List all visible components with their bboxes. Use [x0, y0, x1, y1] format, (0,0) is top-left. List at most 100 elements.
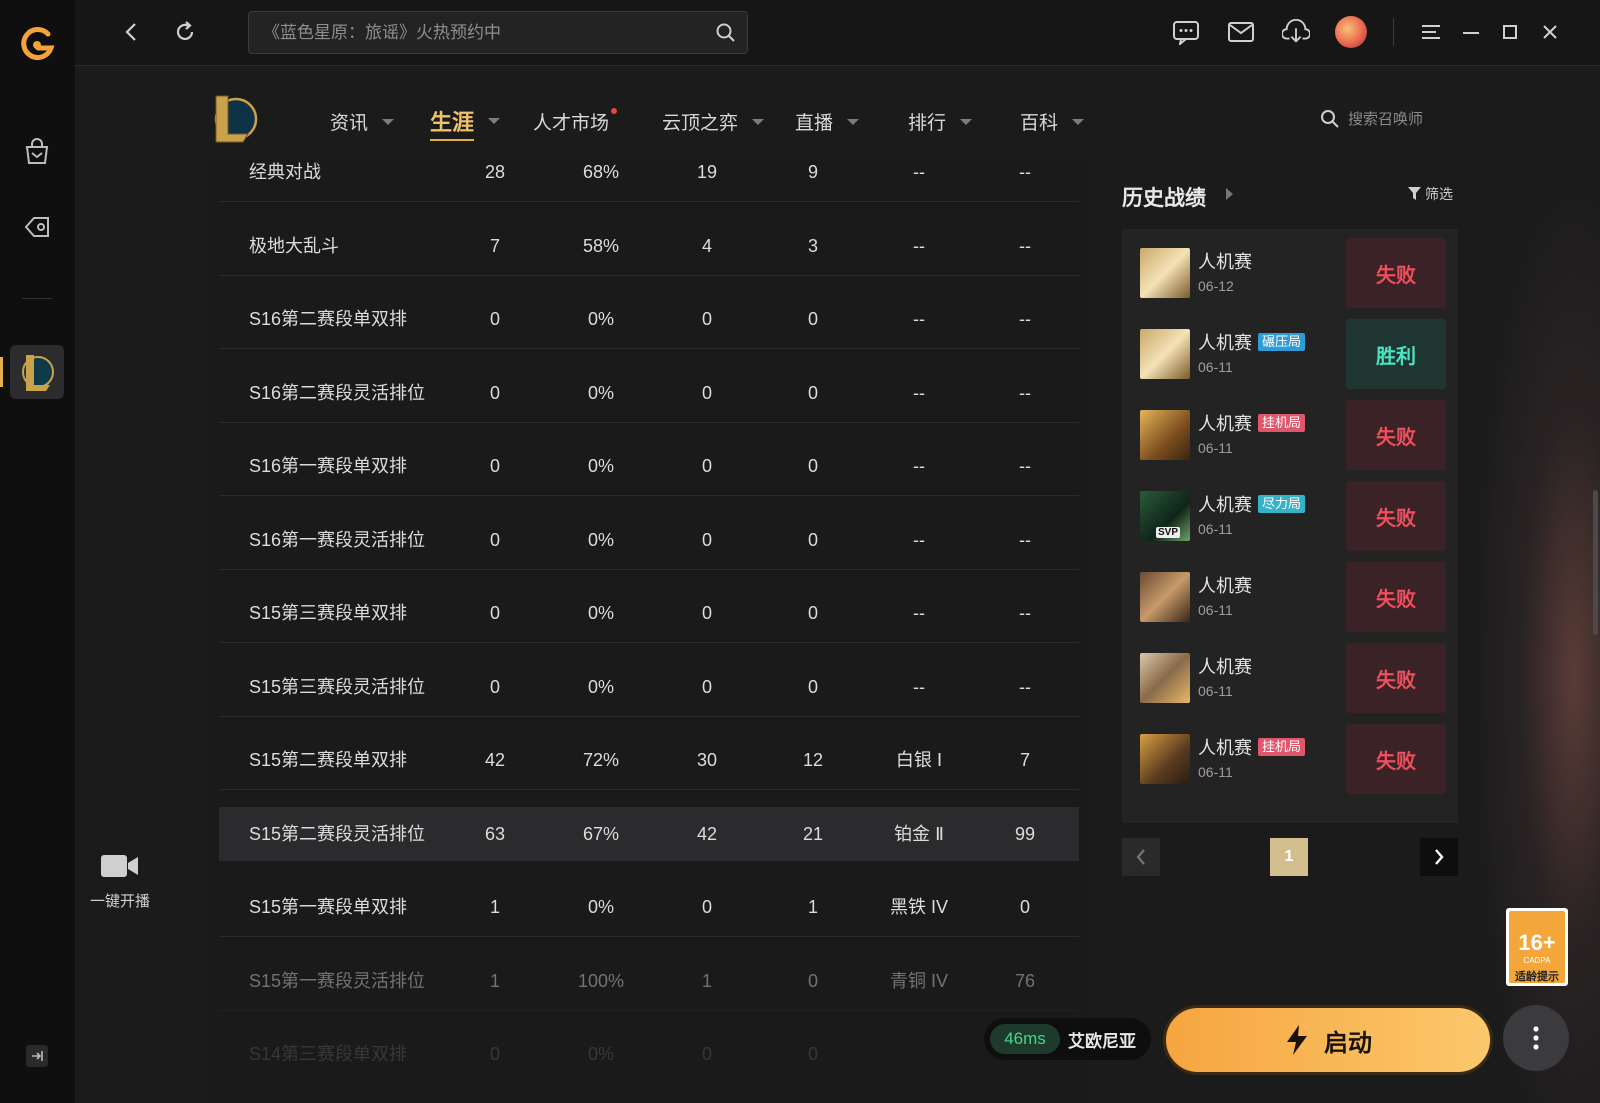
- match-date: 06-11: [1198, 683, 1233, 699]
- age-rating-number: 16+: [1518, 929, 1556, 955]
- nav-live-label: 直播: [795, 113, 834, 134]
- page-number-button[interactable]: 1: [1270, 838, 1308, 876]
- global-search[interactable]: [248, 11, 748, 54]
- table-row[interactable]: S15第三赛段灵活排位 0 0% 0 0 -- --: [219, 657, 1079, 717]
- filter-button[interactable]: 筛选: [1408, 184, 1453, 204]
- match-item[interactable]: SVP 人机赛 尽力局 06-11 失败: [1140, 481, 1446, 551]
- match-item[interactable]: 人机赛 挂机局 06-11 失败: [1140, 724, 1446, 794]
- stat-cell: 1: [489, 970, 500, 991]
- notification-dot: [611, 108, 618, 114]
- table-row[interactable]: S15第二赛段单双排 42 72% 30 12 白银 Ⅰ 7: [219, 730, 1079, 790]
- nav-ranking[interactable]: 排行: [908, 108, 973, 135]
- stat-cell: --: [913, 603, 925, 623]
- nav-wiki[interactable]: 百科: [1020, 108, 1085, 135]
- nav-talent-market[interactable]: 人才市场: [533, 108, 618, 135]
- store-icon[interactable]: [20, 135, 54, 169]
- stat-cell: 黑铁 IV: [889, 897, 948, 917]
- history-title[interactable]: 历史战绩: [1122, 182, 1206, 212]
- nav-live[interactable]: 直播: [795, 108, 860, 135]
- launch-button[interactable]: 启动: [1163, 1005, 1493, 1075]
- nav-tft[interactable]: 云顶之弈: [662, 108, 765, 135]
- champion-avatar: SVP: [1140, 491, 1190, 541]
- nav-news[interactable]: 资讯: [330, 108, 395, 135]
- search-icon[interactable]: [715, 22, 737, 44]
- match-tag: 尽力局: [1258, 495, 1306, 513]
- nav-ranking-label: 排行: [908, 113, 947, 134]
- table-row[interactable]: S15第三赛段单双排 0 0% 0 0 -- --: [219, 583, 1079, 643]
- search-input[interactable]: [263, 12, 703, 53]
- back-icon[interactable]: [117, 18, 145, 46]
- one-click-stream[interactable]: 一键开播: [88, 853, 152, 911]
- table-row[interactable]: S15第一赛段单双排 1 0% 0 1 黑铁 IV 0: [219, 877, 1079, 937]
- match-item[interactable]: 人机赛 06-11 失败: [1140, 643, 1446, 713]
- table-row[interactable]: S15第一赛段灵活排位 1 100% 1 0 青铜 IV 76: [219, 951, 1079, 1011]
- next-page-button[interactable]: [1420, 838, 1458, 876]
- stream-label: 一键开播: [89, 893, 150, 910]
- camera-icon: [101, 855, 138, 877]
- stat-cell: 0: [807, 970, 818, 991]
- stat-cell: 0%: [587, 456, 614, 476]
- stat-cell: 30: [696, 750, 718, 770]
- stat-cell: 28: [484, 162, 506, 182]
- nav-career[interactable]: 生涯: [430, 105, 501, 141]
- stat-cell: 100%: [577, 970, 625, 991]
- match-item[interactable]: 人机赛 挂机局 06-11 失败: [1140, 400, 1446, 470]
- match-item[interactable]: 人机赛 06-11 失败: [1140, 562, 1446, 632]
- maximize-icon[interactable]: [1496, 18, 1524, 46]
- mode-name-cell: S15第三赛段单双排: [249, 603, 408, 623]
- prev-page-button[interactable]: [1122, 838, 1160, 876]
- stat-cell: 76: [1014, 970, 1036, 991]
- stat-cell: 7: [489, 235, 500, 256]
- champion-avatar: [1140, 329, 1190, 379]
- history-list: 人机赛 06-12 失败 人机赛 碾压局 06-11 胜利 人机赛 挂机局 06-11 失败 SVP 人…: [1122, 229, 1458, 823]
- match-result: 失败: [1346, 724, 1446, 794]
- more-options-button[interactable]: [1503, 1005, 1569, 1071]
- stat-cell: 0: [701, 456, 712, 476]
- server-selector[interactable]: 46ms 艾欧尼亚: [984, 1018, 1151, 1060]
- match-item[interactable]: 人机赛 碾压局 06-11 胜利: [1140, 319, 1446, 389]
- stat-cell: 21: [802, 823, 824, 844]
- chat-icon[interactable]: [1172, 18, 1200, 46]
- summoner-search[interactable]: 搜索召唤师: [1320, 108, 1423, 129]
- app-logo-icon[interactable]: [18, 24, 56, 64]
- stat-cell: 0: [701, 529, 712, 550]
- match-date: 06-11: [1198, 764, 1233, 780]
- stat-cell: 67%: [582, 823, 620, 844]
- minimize-icon[interactable]: [1457, 18, 1485, 46]
- table-row[interactable]: S16第二赛段单双排 0 0% 0 0 -- --: [219, 289, 1079, 349]
- match-mode-label: 人机赛: [1198, 576, 1252, 596]
- chevron-right-icon[interactable]: [1226, 188, 1233, 200]
- collapse-sidebar-icon[interactable]: [26, 1045, 48, 1067]
- refresh-icon[interactable]: [171, 18, 199, 46]
- user-avatar[interactable]: [1335, 16, 1367, 48]
- stat-cell: --: [1019, 603, 1031, 623]
- stat-cell: 4: [701, 235, 712, 256]
- stat-cell: 0: [807, 676, 818, 697]
- match-tag: 挂机局: [1258, 738, 1306, 756]
- close-icon[interactable]: [1536, 18, 1564, 46]
- table-row[interactable]: S14第三赛段单双排 0 0% 0 0: [219, 1024, 1079, 1084]
- download-icon[interactable]: [1282, 18, 1310, 46]
- table-row[interactable]: 经典对战 28 68% 19 9 -- --: [219, 156, 1079, 202]
- match-date: 06-11: [1198, 440, 1233, 456]
- lol-game-tile[interactable]: [10, 345, 64, 399]
- table-row[interactable]: S16第一赛段单双排 0 0% 0 0 -- --: [219, 436, 1079, 496]
- table-row[interactable]: S16第二赛段灵活排位 0 0% 0 0 -- --: [219, 363, 1079, 423]
- chevron-left-icon: [1136, 849, 1145, 865]
- stat-cell: --: [913, 235, 925, 256]
- page-scrollbar[interactable]: [1593, 490, 1598, 635]
- league-logo-icon[interactable]: [210, 92, 258, 144]
- match-mode-label: 人机赛: [1198, 252, 1252, 272]
- menu-icon[interactable]: [1417, 18, 1445, 46]
- games-icon[interactable]: [20, 210, 54, 244]
- match-item[interactable]: 人机赛 06-12 失败: [1140, 238, 1446, 308]
- table-row[interactable]: S15第二赛段灵活排位 63 67% 42 21 铂金 Ⅱ 99: [219, 806, 1079, 861]
- mode-name-cell: 经典对战: [249, 162, 321, 182]
- mail-icon[interactable]: [1227, 18, 1255, 46]
- stat-cell: 青铜 IV: [889, 970, 948, 991]
- table-row[interactable]: S16第一赛段灵活排位 0 0% 0 0 -- --: [219, 510, 1079, 570]
- stat-cell: --: [1019, 382, 1031, 403]
- stat-cell: 58%: [582, 235, 620, 256]
- table-row[interactable]: 极地大乱斗 7 58% 4 3 -- --: [219, 216, 1079, 276]
- stat-cell: 42: [484, 750, 506, 770]
